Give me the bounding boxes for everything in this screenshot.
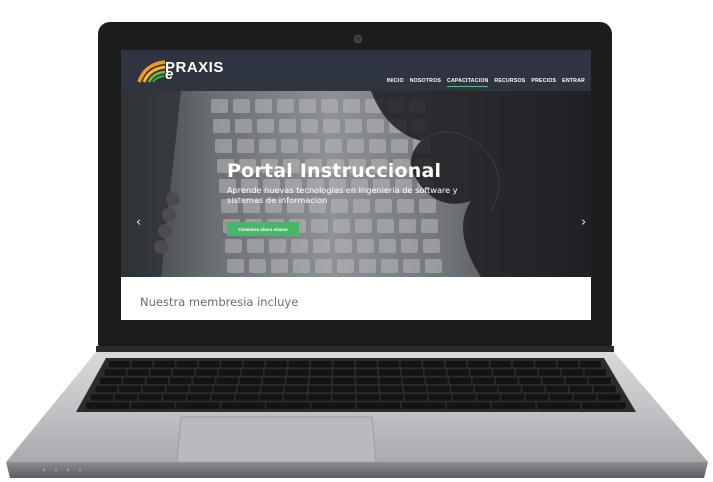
hinge [96,346,614,352]
chevron-right-icon[interactable]: › [581,215,586,230]
hero-title: Portal Instruccional [227,160,442,182]
chevron-left-icon[interactable]: ‹ [136,215,141,230]
logo-text[interactable]: PRAXIS [165,59,224,76]
cta-button[interactable]: Comienza ahora mismo [227,222,299,236]
base-edge [6,462,708,478]
nav-recursos[interactable]: RECURSOS [494,78,525,87]
main-nav: INICIO NOSOTROS CAPACITACION RECURSOS PR… [387,78,585,87]
hero-image [121,91,591,277]
nav-precios[interactable]: PRECIOS [531,78,556,87]
nav-inicio[interactable]: INICIO [387,78,404,87]
section-title: Nuestra membresia incluye [140,295,299,309]
nav-entrar[interactable]: ENTRAR [562,78,585,87]
nav-capacitacion[interactable]: CAPACITACION [447,78,489,87]
hero-slider: ‹ › [121,91,591,277]
nav-nosotros[interactable]: NOSOTROS [410,78,441,87]
site-header: e PRAXIS INICIO NOSOTROS CAPACITACION RE… [121,50,591,91]
touchpad [176,416,377,463]
screen: e PRAXIS INICIO NOSOTROS CAPACITACION RE… [121,50,591,320]
hero-subtitle: Aprende nuevas tecnologias en Ingenieria… [227,185,458,205]
